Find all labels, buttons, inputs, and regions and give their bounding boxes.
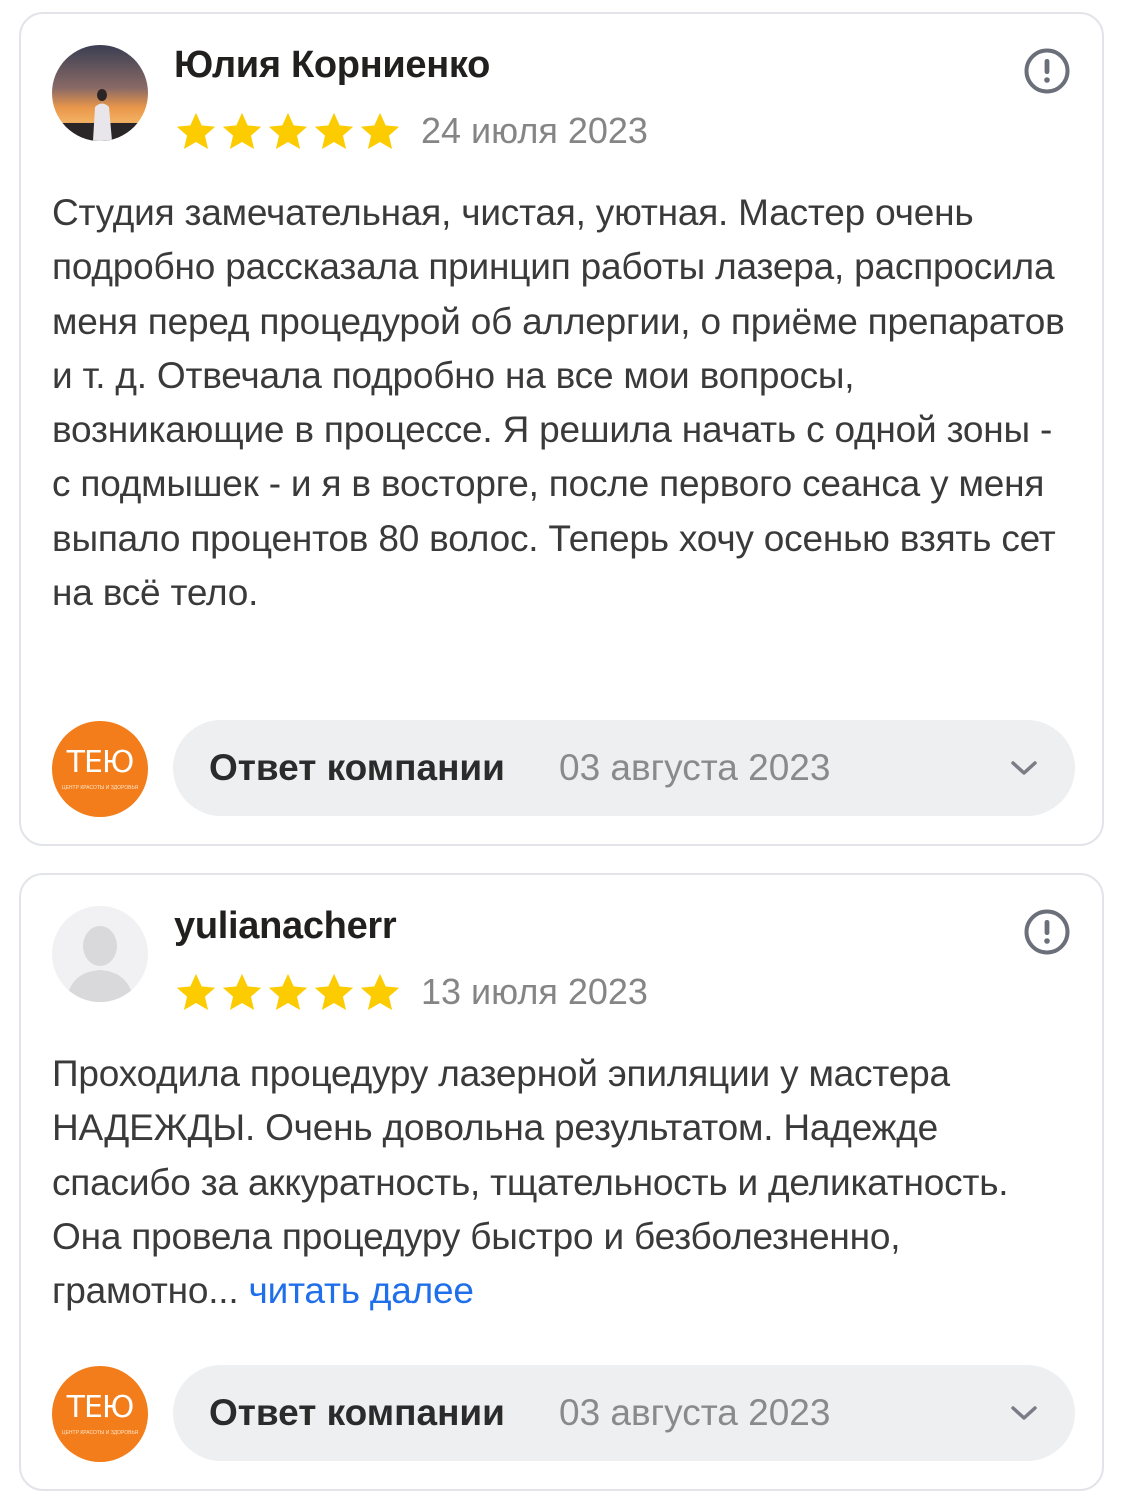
- company-logo: ТЕЮ ЦЕНТР КРАСОТЫ И ЗДОРОВЬЯ: [52, 721, 148, 817]
- company-reply-toggle[interactable]: Ответ компании 03 августа 2023: [173, 720, 1075, 816]
- review-date: 13 июля 2023: [421, 971, 648, 1012]
- user-avatar[interactable]: [52, 906, 148, 1002]
- user-avatar[interactable]: [52, 45, 148, 141]
- review-date: 24 июля 2023: [421, 110, 648, 151]
- company-logo-tagline: ЦЕНТР КРАСОТЫ И ЗДОРОВЬЯ: [61, 785, 139, 791]
- star-icon: [360, 973, 400, 1010]
- star-icon: [314, 973, 354, 1010]
- rating-stars: [174, 972, 402, 1014]
- star-icon: [222, 112, 262, 149]
- exclamation-circle-icon[interactable]: [1023, 47, 1071, 95]
- review-author[interactable]: Юлия Корниенко: [174, 44, 490, 87]
- user-photo-avatar-icon: [52, 45, 148, 141]
- star-icon: [176, 112, 216, 149]
- review-text: Студия замечательная, чистая, уютная. Ма…: [52, 192, 1065, 614]
- default-user-avatar-icon: [52, 906, 148, 1002]
- star-icon: [222, 973, 262, 1010]
- company-reply-label: Ответ компании: [209, 1392, 505, 1433]
- chevron-down-icon: [1011, 1406, 1037, 1420]
- star-icon: [268, 973, 308, 1010]
- company-reply-date: 03 августа 2023: [559, 747, 831, 788]
- rating-stars: [174, 111, 402, 153]
- chevron-down-icon: [1011, 761, 1037, 775]
- star-icon: [360, 112, 400, 149]
- company-reply-date: 03 августа 2023: [559, 1392, 831, 1433]
- review-card: yulianacherr 13 июля 2023 Проходила проц…: [19, 873, 1104, 1491]
- review-text: Проходила процедуру лазерной эпиляции у …: [52, 1053, 1009, 1312]
- review-author[interactable]: yulianacherr: [174, 905, 397, 948]
- company-reply-label: Ответ компании: [209, 747, 505, 788]
- star-icon: [268, 112, 308, 149]
- star-icon: [176, 973, 216, 1010]
- company-reply-toggle[interactable]: Ответ компании 03 августа 2023: [173, 1365, 1075, 1461]
- read-more-link[interactable]: читать далее: [249, 1270, 474, 1311]
- review-card: Юлия Корниенко 24 июля 2023 Студия замеч…: [19, 12, 1104, 846]
- company-logo-text: ТЕЮ: [66, 1390, 135, 1425]
- company-logo-tagline: ЦЕНТР КРАСОТЫ И ЗДОРОВЬЯ: [61, 1430, 139, 1436]
- star-icon: [314, 112, 354, 149]
- review-text-container: Проходила процедуру лазерной эпиляции у …: [52, 1047, 1077, 1318]
- exclamation-circle-icon[interactable]: [1023, 908, 1071, 956]
- company-logo: ТЕЮ ЦЕНТР КРАСОТЫ И ЗДОРОВЬЯ: [52, 1366, 148, 1462]
- company-logo-text: ТЕЮ: [66, 745, 135, 780]
